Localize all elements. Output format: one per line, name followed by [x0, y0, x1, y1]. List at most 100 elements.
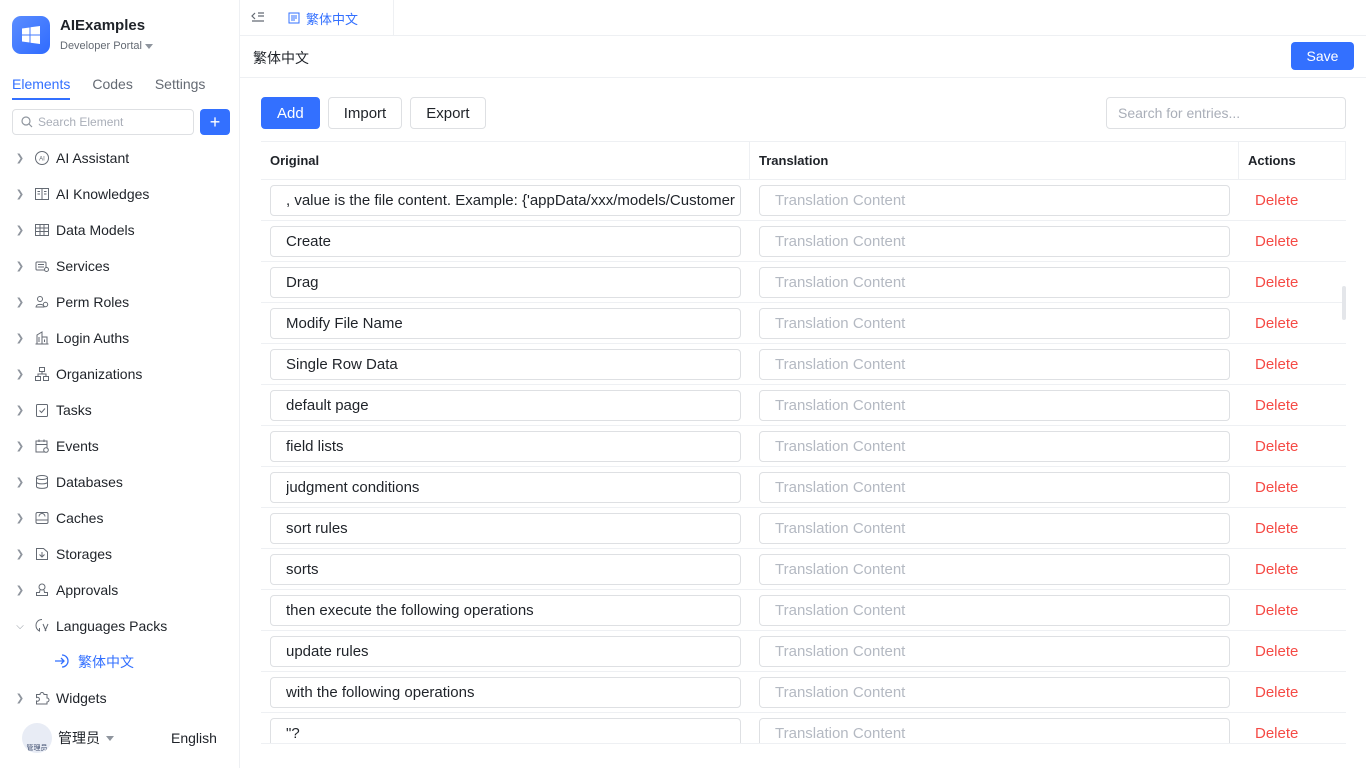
delete-button[interactable]: Delete — [1248, 192, 1298, 209]
delete-button[interactable]: Delete — [1248, 520, 1298, 537]
translation-input[interactable] — [759, 184, 1230, 216]
sidebar-item-login-auths[interactable]: ❯ Login Auths — [0, 320, 240, 356]
delete-button[interactable]: Delete — [1248, 602, 1298, 619]
translation-input[interactable] — [759, 512, 1230, 544]
tab-traditional-chinese[interactable]: 繁体中文 — [276, 0, 394, 36]
delete-button[interactable]: Delete — [1248, 233, 1298, 250]
sidebar-item-events[interactable]: ❯ Events — [0, 428, 240, 464]
portal-selector[interactable]: Developer Portal — [60, 40, 153, 52]
element-search-input[interactable] — [38, 115, 188, 129]
translation-input[interactable] — [759, 225, 1230, 257]
sidebar-item-ai-knowledges[interactable]: ❯ AI Knowledges — [0, 176, 240, 212]
sidebar-item-caches[interactable]: ❯ Caches — [0, 500, 240, 536]
delete-button[interactable]: Delete — [1248, 561, 1298, 578]
add-entry-button[interactable]: Add — [261, 97, 320, 129]
translation-cell — [750, 508, 1239, 548]
sidebar-item-tasks[interactable]: ❯ Tasks — [0, 392, 240, 428]
clipboard-check-icon — [34, 402, 50, 418]
original-cell — [261, 262, 750, 302]
translation-input[interactable] — [759, 635, 1230, 667]
chevron-down-icon: ⌵ — [16, 620, 24, 632]
page-header: 繁体中文 Save — [240, 36, 1366, 78]
delete-button[interactable]: Delete — [1248, 438, 1298, 455]
original-input[interactable] — [270, 266, 741, 298]
original-input[interactable] — [270, 184, 741, 216]
translation-input[interactable] — [759, 348, 1230, 380]
delete-button[interactable]: Delete — [1248, 725, 1298, 742]
tab-elements[interactable]: Elements — [12, 76, 71, 100]
entry-search-input[interactable] — [1106, 97, 1346, 129]
delete-button[interactable]: Delete — [1248, 684, 1298, 701]
chevron-right-icon: ❯ — [15, 260, 25, 272]
sidebar-item-data-models[interactable]: ❯ Data Models — [0, 212, 240, 248]
tab-codes[interactable]: Codes — [92, 76, 132, 100]
translation-input[interactable] — [759, 676, 1230, 708]
translation-input[interactable] — [759, 307, 1230, 339]
sidebar-item-storages[interactable]: ❯ Storages — [0, 536, 240, 572]
tab-settings[interactable]: Settings — [155, 76, 206, 100]
save-button[interactable]: Save — [1291, 42, 1354, 70]
table-row: Delete — [261, 344, 1346, 385]
chevron-right-icon: ❯ — [15, 584, 25, 596]
sidebar-item-databases[interactable]: ❯ Databases — [0, 464, 240, 500]
sidebar-item-languages-packs[interactable]: ⌵ Languages Packs — [0, 608, 240, 644]
translation-input[interactable] — [759, 594, 1230, 626]
original-input[interactable] — [270, 225, 741, 257]
user-menu[interactable]: 管理员 管理员 — [22, 723, 114, 753]
delete-button[interactable]: Delete — [1248, 356, 1298, 373]
column-header-translation: Translation — [750, 142, 1239, 179]
sidebar-item-label: Approvals — [56, 582, 119, 598]
original-input[interactable] — [270, 307, 741, 339]
original-input[interactable] — [270, 635, 741, 667]
table-header: Original Translation Actions — [261, 141, 1346, 180]
book-icon — [34, 186, 50, 202]
language-switcher[interactable]: English — [171, 730, 217, 746]
element-search — [12, 109, 194, 135]
original-cell — [261, 467, 750, 507]
original-input[interactable] — [270, 471, 741, 503]
sidebar-item-label: Databases — [56, 474, 123, 490]
sidebar-item-organizations[interactable]: ❯ Organizations — [0, 356, 240, 392]
sidebar-item-ai-assistant[interactable]: ❯ AI AI Assistant — [0, 140, 240, 176]
translation-input[interactable] — [759, 553, 1230, 585]
table-row: Delete — [261, 467, 1346, 508]
original-input[interactable] — [270, 676, 741, 708]
sidebar-item-widgets[interactable]: ❯ Widgets — [0, 680, 240, 716]
services-icon — [34, 258, 50, 274]
app-title: AIExamples — [60, 17, 146, 34]
delete-button[interactable]: Delete — [1248, 479, 1298, 496]
collapse-sidebar-icon[interactable] — [250, 10, 266, 27]
original-input[interactable] — [270, 717, 741, 743]
original-input[interactable] — [270, 553, 741, 585]
sidebar-item-approvals[interactable]: ❯ Approvals — [0, 572, 240, 608]
chevron-right-icon: ❯ — [15, 188, 25, 200]
export-button[interactable]: Export — [410, 97, 486, 129]
original-input[interactable] — [270, 389, 741, 421]
tab-label: 繁体中文 — [306, 11, 359, 27]
translation-input[interactable] — [759, 266, 1230, 298]
scrollbar[interactable] — [1342, 286, 1346, 320]
sidebar-item-services[interactable]: ❯ Services — [0, 248, 240, 284]
original-input[interactable] — [270, 348, 741, 380]
delete-button[interactable]: Delete — [1248, 315, 1298, 332]
original-input[interactable] — [270, 512, 741, 544]
translation-input[interactable] — [759, 717, 1230, 743]
delete-button[interactable]: Delete — [1248, 643, 1298, 660]
sidebar: AIExamples Developer Portal Elements Cod… — [0, 0, 240, 768]
import-button[interactable]: Import — [327, 97, 403, 129]
sidebar-item-perm-roles[interactable]: ❯ Perm Roles — [0, 284, 240, 320]
translation-input[interactable] — [759, 389, 1230, 421]
original-cell — [261, 385, 750, 425]
svg-text:AI: AI — [39, 157, 45, 163]
sidebar-subitem-traditional-chinese[interactable]: 繁体中文 — [0, 644, 240, 680]
cache-icon — [34, 510, 50, 526]
original-input[interactable] — [270, 594, 741, 626]
chevron-right-icon: ❯ — [15, 512, 25, 524]
delete-button[interactable]: Delete — [1248, 397, 1298, 414]
add-element-button[interactable]: + — [200, 109, 230, 135]
translation-cell — [750, 549, 1239, 589]
delete-button[interactable]: Delete — [1248, 274, 1298, 291]
translation-input[interactable] — [759, 471, 1230, 503]
original-input[interactable] — [270, 430, 741, 462]
translation-input[interactable] — [759, 430, 1230, 462]
